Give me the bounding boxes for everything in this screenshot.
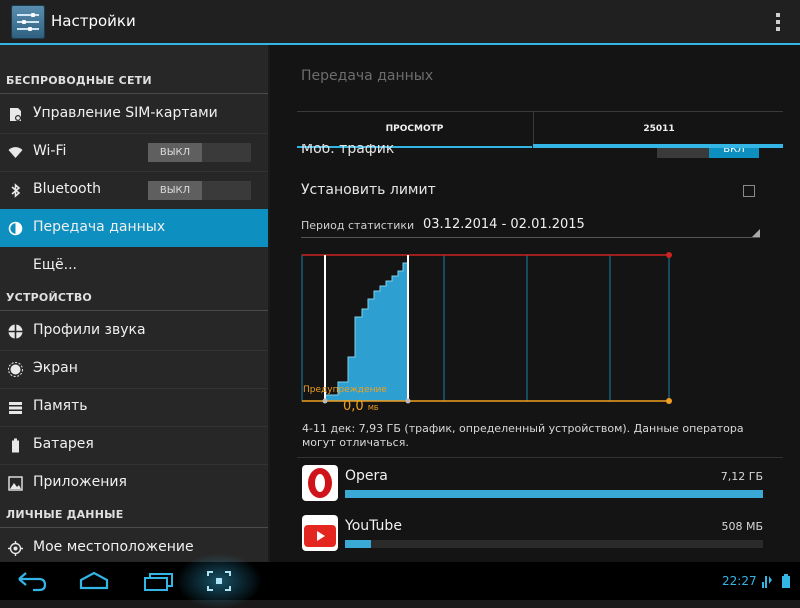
sidebar-item-display[interactable]: Экран xyxy=(0,350,268,388)
sidebar-item-battery[interactable]: Батарея xyxy=(0,426,268,464)
mobile-traffic-toggle[interactable]: ВКЛ xyxy=(657,148,759,158)
sound-profile-icon xyxy=(8,324,23,339)
sidebar-item-bluetooth[interactable]: Bluetooth ВЫКЛ xyxy=(0,171,268,209)
sidebar-item-apps[interactable]: Приложения xyxy=(0,464,268,502)
toggle-label: ВКЛ xyxy=(709,148,759,158)
section-divider xyxy=(0,93,268,94)
youtube-icon xyxy=(302,515,338,551)
warning-label: Предупреждение xyxy=(303,385,387,395)
app-usage-item-youtube[interactable]: YouTube 508 МБ xyxy=(297,507,783,555)
bluetooth-icon xyxy=(8,183,23,198)
app-title: Настройки xyxy=(51,12,136,30)
range-end-knob[interactable] xyxy=(405,398,411,404)
app-usage-size: 508 МБ xyxy=(721,520,763,533)
sidebar-item-label: Wi-Fi xyxy=(33,143,67,159)
data-usage-pane: Передача данных ПРОСМОТР 25011 Моб. траф… xyxy=(270,45,800,562)
section-header-device: УСТРОЙСТВО xyxy=(6,291,92,304)
sidebar-item-data-usage[interactable]: Передача данных xyxy=(0,209,268,247)
warning-value: 0,0 МБ xyxy=(343,399,379,414)
sidebar-item-label: Приложения xyxy=(33,474,127,490)
dropdown-arrow-icon[interactable] xyxy=(752,229,760,237)
section-divider xyxy=(0,527,268,528)
app-usage-bar xyxy=(345,490,763,498)
app-usage-bar-fill xyxy=(345,490,763,498)
sidebar-item-label: Управление SIM-картами xyxy=(33,105,218,121)
section-header-personal: ЛИЧНЫЕ ДАННЫЕ xyxy=(6,508,124,521)
sidebar-item-label: Экран xyxy=(33,360,78,376)
system-nav-bar: 22:27 xyxy=(0,554,800,608)
mobile-traffic-label: Моб. трафик xyxy=(301,144,395,157)
app-usage-item-opera[interactable]: Opera 7,12 ГБ xyxy=(297,457,783,505)
tab-sim-25011[interactable]: 25011 xyxy=(533,112,784,148)
sidebar-item-label: Bluetooth xyxy=(33,181,101,197)
app-name: Opera xyxy=(345,468,388,484)
app-name: YouTube xyxy=(345,518,402,534)
section-header-wireless: БЕСПРОВОДНЫЕ СЕТИ xyxy=(6,74,152,87)
app-usage-size: 7,12 ГБ xyxy=(720,470,763,483)
battery-icon xyxy=(8,438,23,453)
back-icon[interactable] xyxy=(15,568,49,594)
sidebar-item-storage[interactable]: Память xyxy=(0,388,268,426)
wifi-toggle[interactable]: ВЫКЛ xyxy=(148,143,251,162)
app-usage-bar xyxy=(345,540,763,548)
tab-overview[interactable]: ПРОСМОТР xyxy=(297,112,532,148)
set-limit-label[interactable]: Установить лимит xyxy=(301,182,436,198)
usage-area xyxy=(324,262,409,402)
apps-icon xyxy=(8,476,23,491)
bluetooth-toggle[interactable]: ВЫКЛ xyxy=(148,181,251,200)
sidebar-item-label: Ещё... xyxy=(33,257,77,273)
sidebar-item-label: Мое местоположение xyxy=(33,539,194,555)
sidebar-item-sim[interactable]: Управление SIM-картами xyxy=(0,95,268,133)
warning-amount: 0,0 xyxy=(343,399,364,414)
recent-apps-icon[interactable] xyxy=(142,568,176,594)
page-title: Передача данных xyxy=(301,68,434,84)
screenshot-icon[interactable] xyxy=(205,568,233,594)
display-icon xyxy=(8,362,23,377)
limit-handle[interactable] xyxy=(666,252,672,258)
status-icons xyxy=(762,574,790,588)
warning-handle[interactable] xyxy=(666,398,672,404)
period-label: Период статистики xyxy=(301,219,415,232)
chart-grid xyxy=(443,255,670,401)
range-start-knob[interactable] xyxy=(322,398,328,404)
location-icon xyxy=(8,541,23,556)
storage-icon xyxy=(8,400,23,415)
settings-sidebar: БЕСПРОВОДНЫЕ СЕТИ Управление SIM-картами… xyxy=(0,45,268,562)
sidebar-item-label: Батарея xyxy=(33,436,94,452)
signal-icon xyxy=(762,576,772,588)
settings-icon[interactable] xyxy=(11,5,45,39)
toggle-label: ВЫКЛ xyxy=(148,143,202,162)
period-underline xyxy=(301,237,760,238)
period-dropdown[interactable]: 03.12.2014 - 02.01.2015 xyxy=(423,217,585,232)
sidebar-item-label: Передача данных xyxy=(33,219,166,235)
action-bar: Настройки xyxy=(0,0,800,43)
sidebar-item-more[interactable]: Ещё... xyxy=(0,247,268,285)
warning-unit: МБ xyxy=(367,404,379,412)
wifi-icon xyxy=(8,145,23,160)
usage-summary: 4-11 дек: 7,93 ГБ (трафик, определенный … xyxy=(302,422,744,449)
opera-icon xyxy=(302,465,338,501)
data-usage-icon xyxy=(8,221,23,236)
sidebar-item-label: Память xyxy=(33,398,88,414)
overflow-menu-icon[interactable] xyxy=(776,13,780,34)
section-divider xyxy=(0,310,268,311)
sidebar-item-wifi[interactable]: Wi-Fi ВЫКЛ xyxy=(0,133,268,171)
app-usage-bar-fill xyxy=(345,540,372,548)
home-icon[interactable] xyxy=(78,568,110,594)
battery-status-icon xyxy=(782,574,790,588)
sidebar-item-label: Профили звука xyxy=(33,322,146,338)
sidebar-item-sound[interactable]: Профили звука xyxy=(0,312,268,350)
clock: 22:27 xyxy=(722,574,757,588)
toggle-label: ВЫКЛ xyxy=(148,181,202,200)
set-limit-checkbox[interactable] xyxy=(743,185,755,197)
sim-settings-icon xyxy=(8,107,23,122)
